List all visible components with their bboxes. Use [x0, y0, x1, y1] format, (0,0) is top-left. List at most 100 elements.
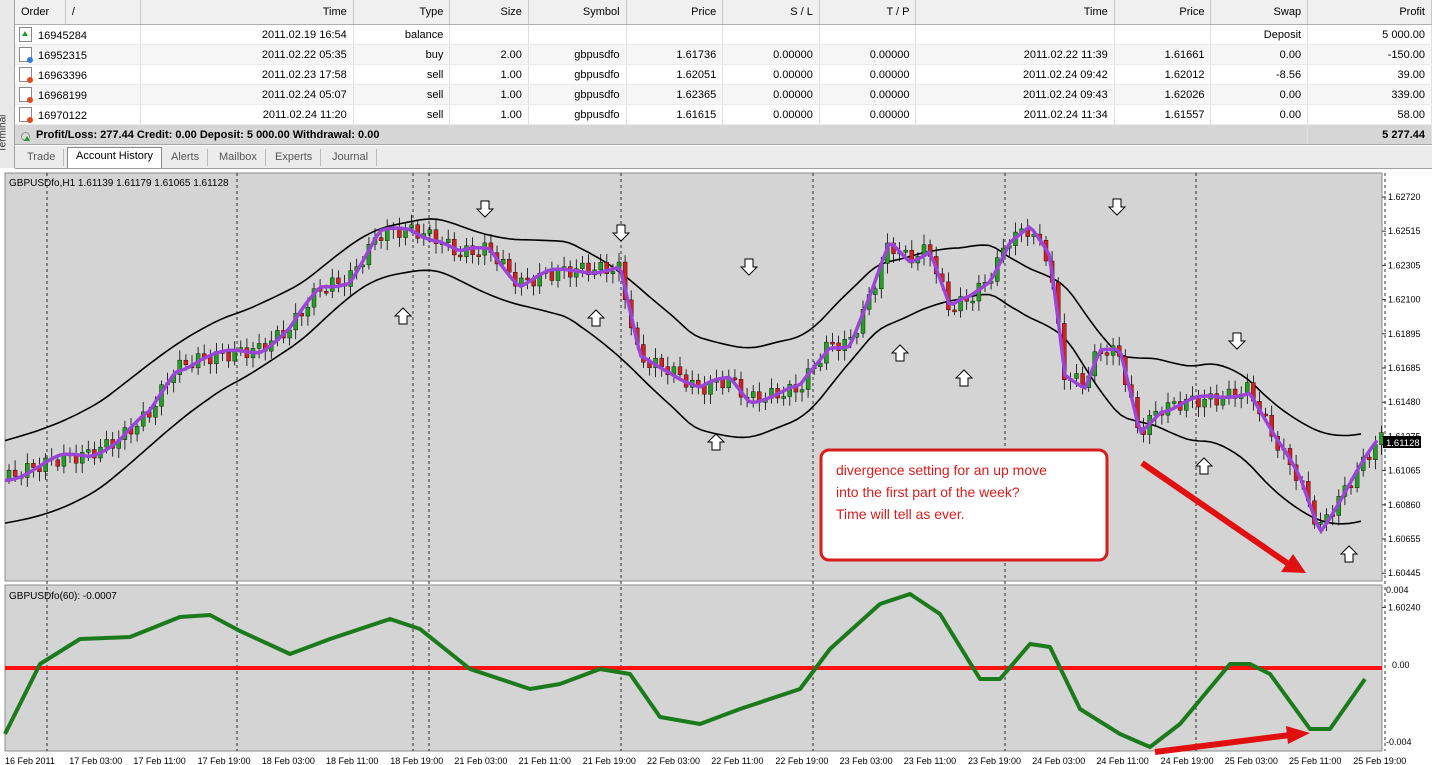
- table-row[interactable]: 16970122 2011.02.24 11:20 sell 1.00 gbpusdfo…: [15, 104, 1432, 125]
- cell-close-price: 1.62026: [1114, 84, 1212, 105]
- bear-candle: [507, 259, 512, 273]
- date-tick-label: 21 Feb 11:00: [519, 756, 571, 765]
- date-tick-label: 24 Feb 03:00: [1032, 756, 1085, 765]
- order-cell: 16945284: [15, 24, 142, 45]
- cell-profit: 5 000.00: [1307, 24, 1432, 45]
- sell-icon: [19, 87, 33, 103]
- indicator-tick-label: -0.004: [1386, 737, 1412, 747]
- cell-tp: [819, 24, 917, 45]
- tab-mailbox[interactable]: Mailbox: [211, 149, 266, 166]
- summary-row: Profit/Loss: 277.44 Credit: 0.00 Deposit…: [15, 124, 1432, 145]
- price-tick-label: 1.62720: [1388, 192, 1421, 202]
- cell-price: 1.61615: [626, 104, 724, 125]
- cell-sl: 0.00000: [722, 104, 820, 125]
- cell-sl: [722, 24, 820, 45]
- bull-candle: [598, 262, 603, 271]
- cell-swap: Deposit: [1210, 24, 1309, 45]
- col-header-symbol[interactable]: Symbol: [528, 0, 627, 25]
- date-tick-label: 23 Feb 11:00: [904, 756, 956, 765]
- cell-swap: -8.56: [1210, 64, 1309, 85]
- cell-profit: 39.00: [1307, 64, 1432, 85]
- summary-label: Profit/Loss: 277.44 Credit: 0.00 Deposit…: [36, 128, 380, 141]
- bull-candle: [1074, 373, 1079, 379]
- bull-candle: [409, 224, 414, 228]
- col-header-size[interactable]: Size: [449, 0, 529, 25]
- cell-price: 1.61736: [626, 44, 724, 65]
- cell-tp: 0.00000: [819, 44, 917, 65]
- cell-time: 2011.02.24 05:07: [140, 84, 354, 105]
- cell-type: sell: [353, 64, 451, 85]
- col-header-order[interactable]: Order: [15, 0, 66, 25]
- cell-tp: 0.00000: [819, 84, 917, 105]
- order-id: 16952315: [38, 50, 87, 62]
- cell-symbol: gbpusdfo: [528, 64, 627, 85]
- date-tick-label: 24 Feb 11:00: [1096, 756, 1148, 765]
- tab-trade[interactable]: Trade: [19, 149, 65, 166]
- sort-indicator[interactable]: /: [65, 0, 142, 25]
- price-tick-label: 1.61480: [1388, 397, 1421, 407]
- order-id: 16968199: [38, 90, 87, 102]
- col-header-swap[interactable]: Swap: [1210, 0, 1309, 25]
- bear-candle: [378, 237, 384, 241]
- terminal-tabs: Trade Account History Alerts Mailbox Exp…: [15, 146, 1432, 169]
- tab-journal[interactable]: Journal: [324, 149, 378, 166]
- cell-tp: 0.00000: [819, 64, 917, 85]
- bull-candle: [330, 277, 335, 292]
- price-tick-label: 1.61065: [1388, 466, 1421, 476]
- date-tick-label: 18 Feb 19:00: [390, 756, 443, 765]
- col-header-profit[interactable]: Profit: [1307, 0, 1432, 25]
- summary-icon: [21, 131, 30, 141]
- bull-candle: [970, 300, 975, 304]
- col-header-close-price[interactable]: Price: [1114, 0, 1212, 25]
- price-chart[interactable]: 1.62720 1.62515 1.62305 1.62100 1.61895 1.616…: [0, 169, 1432, 765]
- bull-candle: [427, 229, 433, 234]
- table-row[interactable]: 16945284 2011.02.19 16:54 balance Deposit 5 …: [15, 24, 1432, 45]
- date-tick-label: 22 Feb 19:00: [775, 756, 828, 765]
- cell-close-price: 1.61557: [1114, 104, 1212, 125]
- date-tick-label: 22 Feb 03:00: [647, 756, 700, 765]
- price-tick-label: 1.60655: [1388, 534, 1421, 544]
- tab-account-history[interactable]: Account History: [67, 147, 163, 168]
- bull-candle: [1220, 398, 1226, 406]
- annotation-line-1: divergence setting for an up move: [836, 462, 1047, 478]
- cell-sl: 0.00000: [722, 64, 820, 85]
- table-row[interactable]: 16963396 2011.02.23 17:58 sell 1.00 gbpusdfo…: [15, 64, 1432, 85]
- col-header-close-time[interactable]: Time: [915, 0, 1115, 25]
- cell-price: 1.62365: [626, 84, 724, 105]
- date-tick-label: 18 Feb 03:00: [262, 756, 315, 765]
- bear-candle: [12, 469, 18, 477]
- cell-close-price: 1.62012: [1114, 64, 1212, 85]
- bull-candle: [580, 262, 585, 269]
- bear-candle: [549, 271, 555, 281]
- cell-type: sell: [353, 84, 451, 105]
- cell-size: 2.00: [449, 44, 529, 65]
- bear-candle: [476, 254, 481, 257]
- bull-candle: [751, 391, 756, 398]
- date-tick-label: 21 Feb 19:00: [583, 756, 636, 765]
- table-row[interactable]: 16952315 2011.02.22 05:35 buy 2.00 gbpusdfo 1…: [15, 44, 1432, 65]
- col-header-price[interactable]: Price: [626, 0, 724, 25]
- tab-experts[interactable]: Experts: [267, 149, 322, 166]
- cell-size: 1.00: [449, 64, 529, 85]
- price-tick-label: 1.62100: [1388, 295, 1421, 305]
- bear-candle: [55, 459, 60, 467]
- annotation-box[interactable]: divergence setting for an up move into t…: [819, 448, 1109, 562]
- cell-close-time: 2011.02.24 11:34: [915, 104, 1115, 125]
- date-tick-label: 25 Feb 03:00: [1225, 756, 1278, 765]
- cell-symbol: gbpusdfo: [528, 44, 627, 65]
- price-tick-label: 1.62515: [1388, 226, 1421, 236]
- bull-candle: [153, 406, 158, 418]
- table-row[interactable]: 16968199 2011.02.24 05:07 sell 1.00 gbpusdfo…: [15, 84, 1432, 105]
- cell-close-price: 1.61661: [1114, 44, 1212, 65]
- cell-price: [626, 24, 724, 45]
- col-header-sl[interactable]: S / L: [722, 0, 820, 25]
- annotation-line-2: into the first part of the week?: [836, 484, 1020, 500]
- col-header-time[interactable]: Time: [140, 0, 354, 25]
- tab-alerts[interactable]: Alerts: [163, 149, 209, 166]
- bear-candle: [336, 277, 341, 284]
- price-tick-label: 1.60240: [1388, 602, 1421, 612]
- col-header-tp[interactable]: T / P: [819, 0, 917, 25]
- chart-header: GBPUSDfo,H1 1.61139 1.61179 1.61065 1.61…: [9, 178, 229, 189]
- cell-size: 1.00: [449, 84, 529, 105]
- col-header-type[interactable]: Type: [353, 0, 451, 25]
